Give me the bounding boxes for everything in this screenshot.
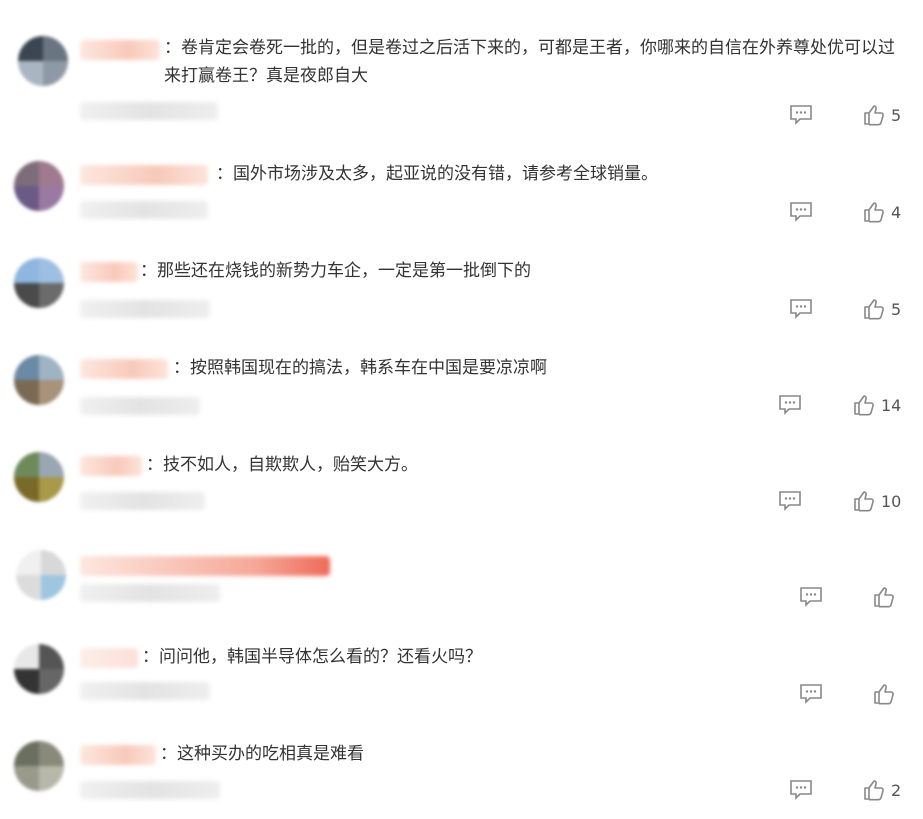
like-count: 14 <box>881 395 902 415</box>
comment-item: ：那些还在烧钱的新势力车企，一定是第一批倒下的 5 <box>0 252 923 332</box>
like-button[interactable]: 5 <box>863 296 901 322</box>
thumbs-up-icon <box>874 587 894 608</box>
comment-item: ：卷肯定会卷死一批的，但是卷过之后活下来的，可都是王者，你哪来的自信在外养尊处优… <box>0 30 923 128</box>
comment-item: ：这种买办的吃相真是难看 2 <box>0 735 923 815</box>
thumbs-up-icon <box>864 780 884 801</box>
comment-meta <box>80 201 208 219</box>
reply-button[interactable] <box>789 296 813 322</box>
comment-item: ：问问他，韩国半导体怎么看的？还看火吗？ <box>0 638 923 718</box>
username[interactable] <box>80 456 142 476</box>
username[interactable] <box>80 262 138 282</box>
comment-bubble-icon <box>790 202 812 222</box>
like-button[interactable]: 5 <box>863 102 901 128</box>
like-button[interactable]: 14 <box>853 392 901 418</box>
comment-bubble-icon <box>790 299 812 319</box>
username[interactable] <box>80 40 160 60</box>
avatar[interactable] <box>14 452 64 502</box>
reply-button[interactable] <box>789 199 813 225</box>
reply-button[interactable] <box>789 102 813 128</box>
reply-button[interactable] <box>799 584 823 610</box>
comment-text: ：这种买办的吃相真是难看 <box>160 744 364 764</box>
comment-item: ：按照韩国现在的搞法，韩系车在中国是要凉凉啊 14 <box>0 349 923 429</box>
username[interactable] <box>80 359 168 379</box>
thumbs-up-icon <box>854 491 874 512</box>
avatar[interactable] <box>14 355 64 405</box>
username[interactable] <box>80 745 156 765</box>
comment-meta <box>80 397 200 415</box>
reply-button[interactable] <box>799 681 823 707</box>
comment-meta <box>80 102 218 120</box>
comment-text: ：国外市场涉及太多，起亚说的没有错，请参考全球销量。 <box>216 164 658 184</box>
avatar[interactable] <box>16 550 66 600</box>
like-count: 2 <box>891 780 902 800</box>
like-button[interactable]: 2 <box>863 777 901 803</box>
comment-bubble-icon <box>779 395 801 415</box>
comment-item: ：技不如人，自欺欺人，贻笑大方。 10 <box>0 446 923 526</box>
thumbs-up-icon <box>864 299 884 320</box>
avatar[interactable] <box>18 36 68 86</box>
comment-bubble-icon <box>790 105 812 125</box>
like-button[interactable] <box>873 681 901 707</box>
comment-meta <box>80 584 220 602</box>
thumbs-up-icon <box>864 202 884 223</box>
reply-button[interactable] <box>778 488 802 514</box>
like-count: 10 <box>881 491 902 511</box>
comment-meta <box>80 781 220 799</box>
reply-button[interactable] <box>789 777 813 803</box>
username[interactable] <box>80 648 138 668</box>
thumbs-up-icon <box>864 105 884 126</box>
like-button[interactable] <box>873 584 901 610</box>
comment-bubble-icon <box>779 491 801 511</box>
comment-bubble-icon <box>800 587 822 607</box>
avatar[interactable] <box>14 258 64 308</box>
comment-text: ：那些还在烧钱的新势力车企，一定是第一批倒下的 <box>140 261 531 281</box>
username[interactable] <box>80 165 208 185</box>
comment-text: ：技不如人，自欺欺人，贻笑大方。 <box>146 455 418 475</box>
like-count: 5 <box>891 299 902 319</box>
comment-bubble-icon <box>790 780 812 800</box>
comment-meta <box>80 300 210 318</box>
comment-meta <box>80 682 210 700</box>
username[interactable] <box>80 556 330 576</box>
reply-button[interactable] <box>778 392 802 418</box>
comment-item: ：国外市场涉及太多，起亚说的没有错，请参考全球销量。 4 <box>0 155 923 235</box>
like-count: 4 <box>891 202 902 222</box>
comment-meta <box>80 492 205 510</box>
avatar[interactable] <box>14 741 64 791</box>
comment-text: ：卷肯定会卷死一批的，但是卷过之后活下来的，可都是王者，你哪来的自信在外养尊处优… <box>164 38 895 86</box>
comment-text: ：问问他，韩国半导体怎么看的？还看火吗？ <box>142 647 482 667</box>
comment-item <box>0 540 923 620</box>
comment-bubble-icon <box>800 684 822 704</box>
like-count: 5 <box>891 105 902 125</box>
comment-text: ：按照韩国现在的搞法，韩系车在中国是要凉凉啊 <box>173 358 547 378</box>
like-button[interactable]: 4 <box>863 199 901 225</box>
avatar[interactable] <box>14 644 64 694</box>
avatar[interactable] <box>14 161 64 211</box>
thumbs-up-icon <box>854 395 874 416</box>
like-button[interactable]: 10 <box>853 488 901 514</box>
thumbs-up-icon <box>874 684 894 705</box>
